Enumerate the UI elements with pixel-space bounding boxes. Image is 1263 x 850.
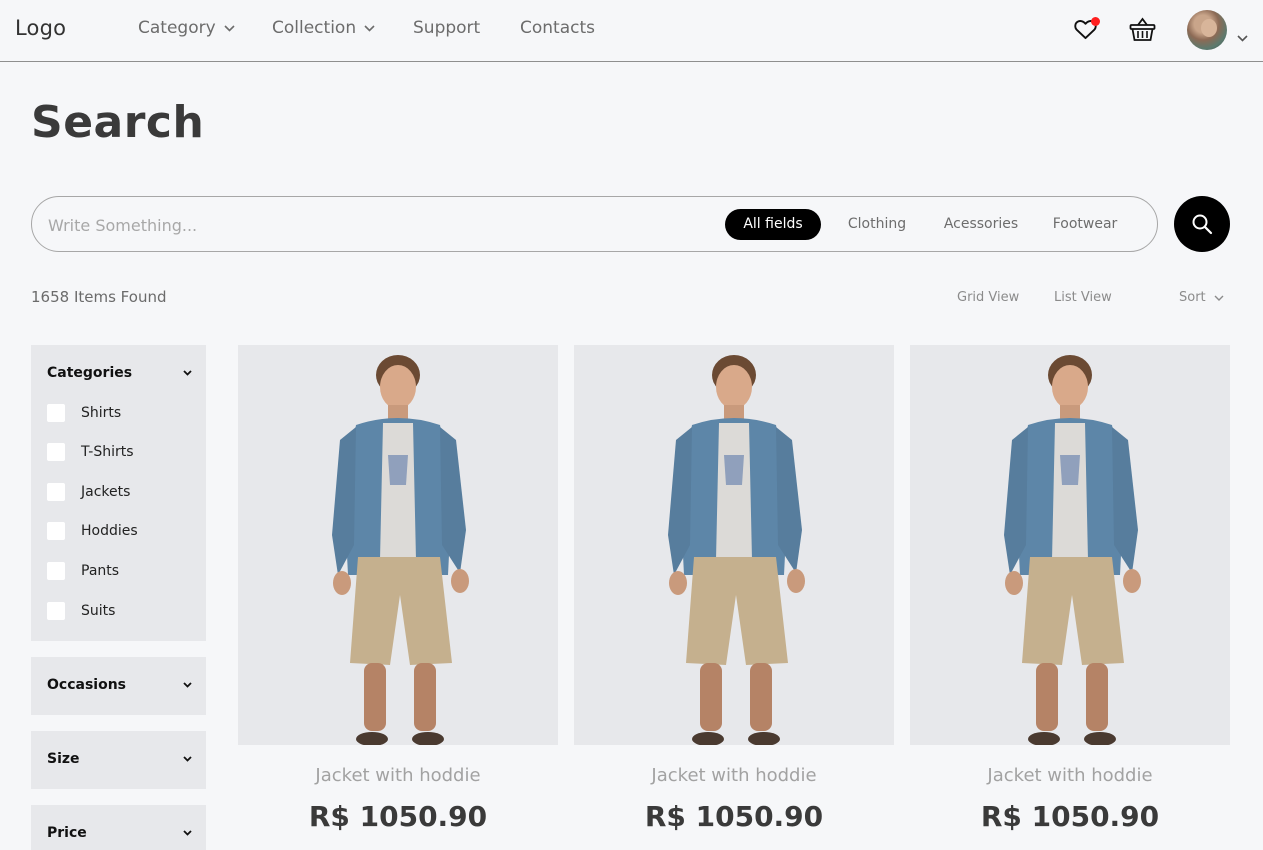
nav-collection[interactable]: Collection <box>272 18 375 38</box>
filter-clothing[interactable]: Clothing <box>838 209 916 240</box>
nav-support-label: Support <box>413 18 481 38</box>
search-icon <box>1192 214 1213 235</box>
nav-contacts[interactable]: Contacts <box>520 18 595 38</box>
model-photo <box>332 355 469 745</box>
categories-title: Categories <box>47 365 133 381</box>
chevron-down-icon <box>183 830 192 836</box>
checkbox[interactable] <box>47 443 65 461</box>
filter-panel-size[interactable]: Size <box>31 731 206 789</box>
category-option-suits[interactable]: Suits <box>47 602 115 620</box>
product-price: R$ 1050.90 <box>980 800 1160 833</box>
occasions-header[interactable]: Occasions <box>47 677 192 693</box>
category-option-shirts[interactable]: Shirts <box>47 404 121 422</box>
category-label: Jackets <box>81 484 131 500</box>
filter-all-fields[interactable]: All fields <box>725 209 821 240</box>
filter-panel-price[interactable]: Price <box>31 805 206 850</box>
nav-collection-label: Collection <box>272 18 357 38</box>
search-button[interactable] <box>1174 196 1230 252</box>
sort-label: Sort <box>1179 290 1206 305</box>
nav-support[interactable]: Support <box>413 18 480 38</box>
checkbox[interactable] <box>47 602 65 620</box>
chevron-down-icon <box>224 24 235 32</box>
filter-panel-occasions[interactable]: Occasions <box>31 657 206 715</box>
product-image[interactable] <box>910 345 1230 745</box>
checkbox[interactable] <box>47 562 65 580</box>
category-label: Suits <box>81 603 116 619</box>
category-label: Pants <box>81 563 120 579</box>
checkbox[interactable] <box>47 522 65 540</box>
model-photo <box>668 355 805 745</box>
search-input[interactable] <box>48 211 708 239</box>
chevron-down-icon <box>1214 295 1224 301</box>
category-option-pants[interactable]: Pants <box>47 562 119 580</box>
size-title: Size <box>47 751 80 767</box>
list-view-toggle[interactable]: List View <box>1054 290 1112 305</box>
product-name[interactable]: Jacket with hoddie <box>238 765 558 786</box>
occasions-title: Occasions <box>47 677 126 693</box>
price-header[interactable]: Price <box>47 825 192 841</box>
product-name[interactable]: Jacket with hoddie <box>574 765 894 786</box>
grid-view-toggle[interactable]: Grid View <box>957 290 1019 305</box>
chevron-down-icon <box>183 682 192 688</box>
checkbox[interactable] <box>47 404 65 422</box>
model-photo <box>1004 355 1141 745</box>
top-navbar: Logo Category Collection Support Contact… <box>0 0 1263 62</box>
search-bar: All fields Clothing Acessories Footwear <box>31 196 1158 252</box>
category-option-t-shirts[interactable]: T-Shirts <box>47 443 134 461</box>
chevron-down-icon <box>183 370 192 376</box>
page-title: Search <box>31 97 205 148</box>
chevron-down-icon[interactable] <box>1237 27 1248 46</box>
product-image[interactable] <box>238 345 558 745</box>
filter-acessories[interactable]: Acessories <box>936 209 1026 240</box>
category-option-hoddies[interactable]: Hoddies <box>47 522 138 540</box>
size-header[interactable]: Size <box>47 751 192 767</box>
nav-category[interactable]: Category <box>138 18 235 38</box>
checkbox[interactable] <box>47 483 65 501</box>
category-option-jackets[interactable]: Jackets <box>47 483 130 501</box>
filter-panel-categories: Categories Shirts T-Shirts Jackets Hoddi… <box>31 345 206 641</box>
categories-header[interactable]: Categories <box>47 365 192 381</box>
notification-dot <box>1091 17 1100 26</box>
filter-footwear[interactable]: Footwear <box>1044 209 1126 240</box>
category-label: T-Shirts <box>81 444 134 460</box>
category-label: Hoddies <box>81 523 138 539</box>
product-image[interactable] <box>574 345 894 745</box>
sort-dropdown[interactable]: Sort <box>1179 290 1224 305</box>
items-found-count: 1658 Items Found <box>31 288 167 306</box>
chevron-down-icon <box>364 24 375 32</box>
category-label: Shirts <box>81 405 122 421</box>
nav-contacts-label: Contacts <box>520 18 595 38</box>
product-price: R$ 1050.90 <box>644 800 824 833</box>
avatar[interactable] <box>1187 10 1227 50</box>
basket-icon[interactable] <box>1129 17 1156 46</box>
product-name[interactable]: Jacket with hoddie <box>910 765 1230 786</box>
logo[interactable]: Logo <box>15 16 66 40</box>
price-title: Price <box>47 825 87 841</box>
chevron-down-icon <box>183 756 192 762</box>
nav-category-label: Category <box>138 18 216 38</box>
product-price: R$ 1050.90 <box>308 800 488 833</box>
